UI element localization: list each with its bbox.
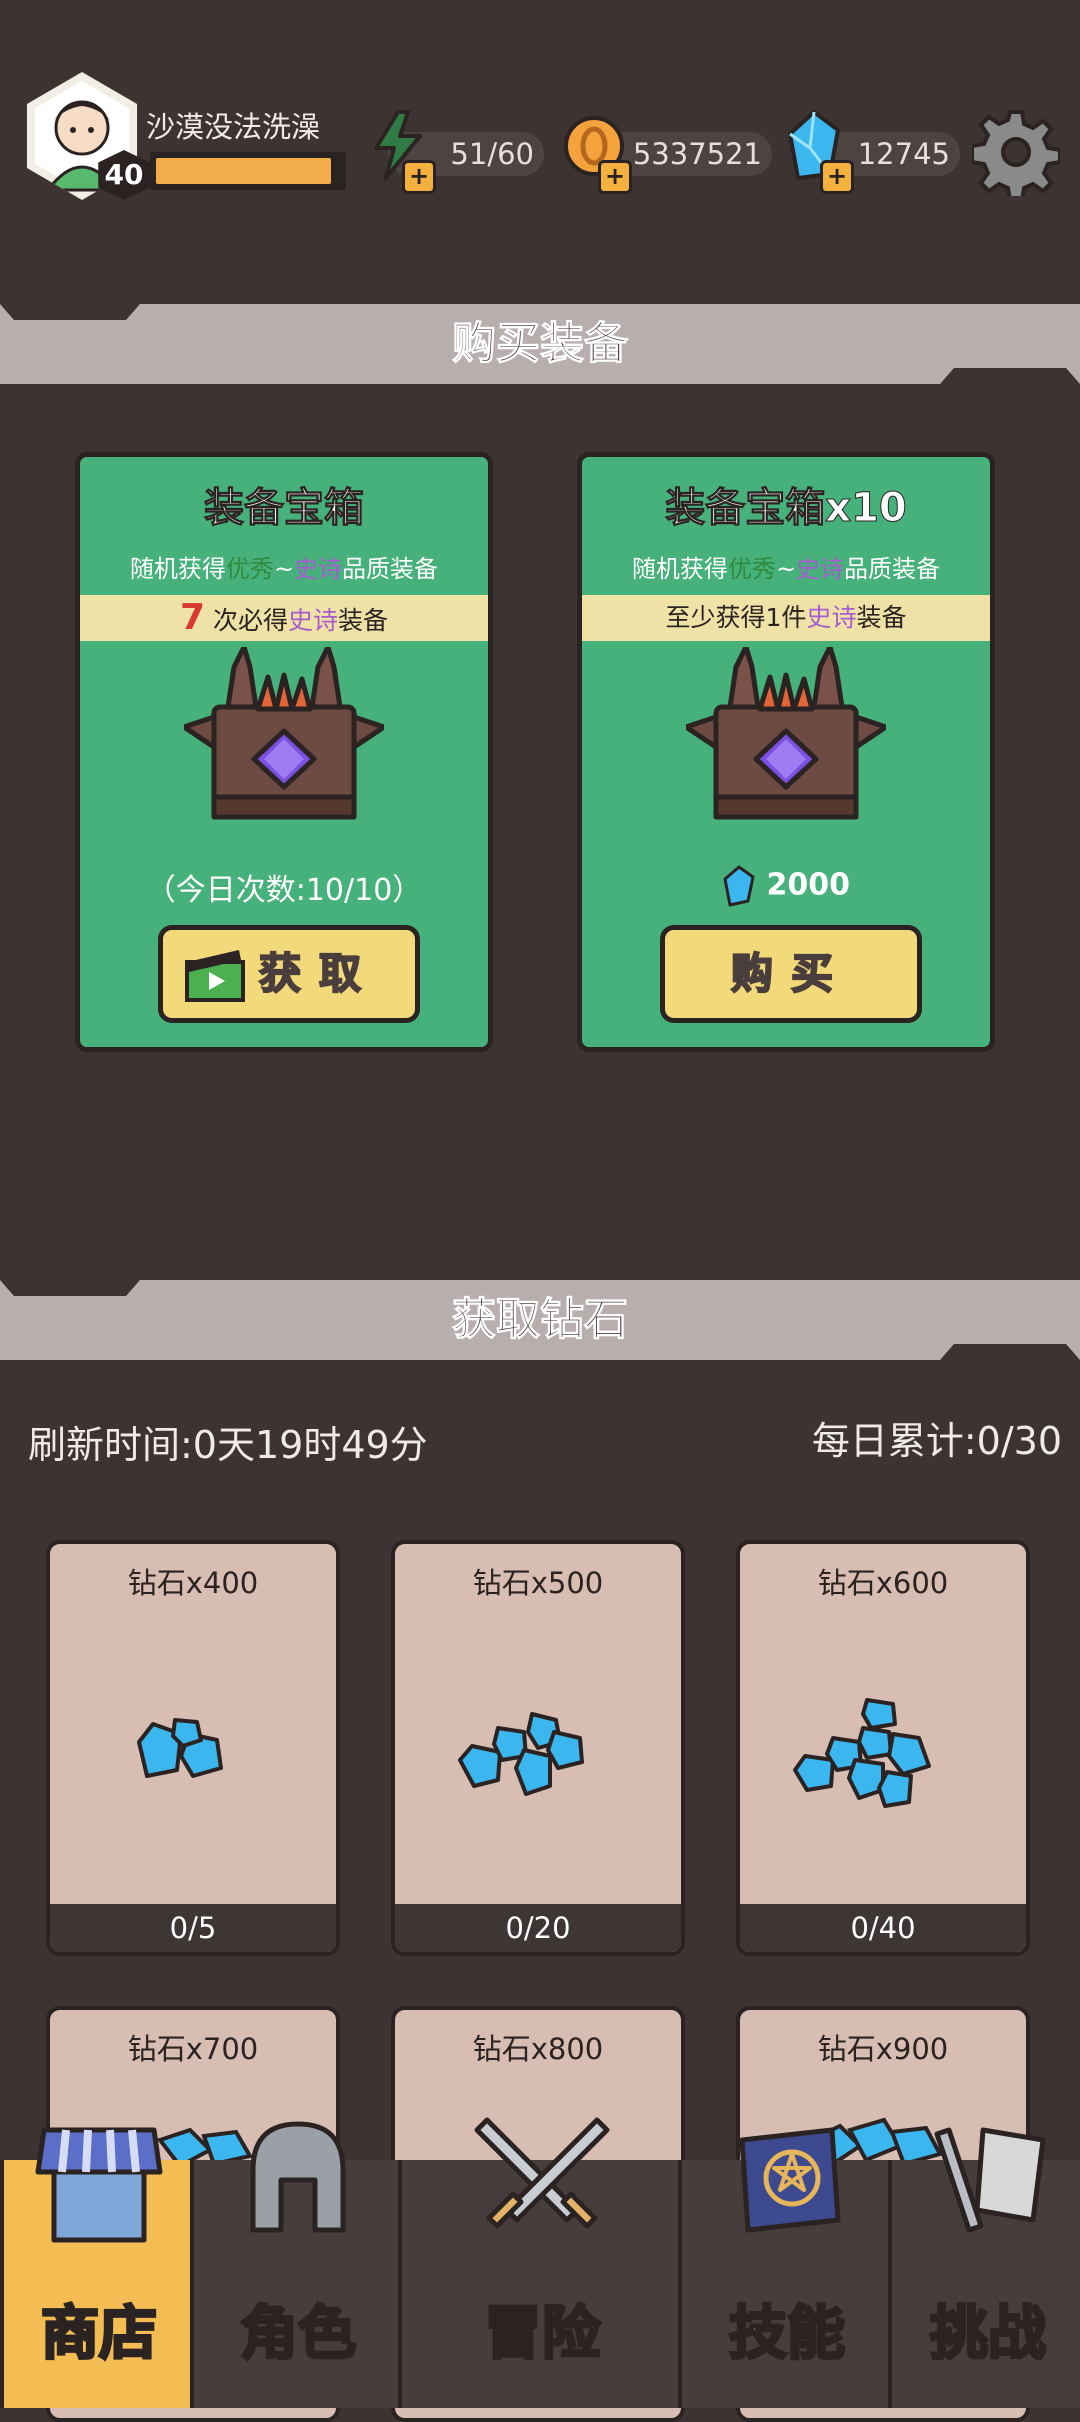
pack-title: 钻石x500 xyxy=(472,1566,604,1600)
gem-pile-icon xyxy=(137,1718,223,1778)
diamond-pack-card[interactable]: 钻石x400 0/5 xyxy=(46,1540,340,1956)
nav-tab-character[interactable]: 角色 xyxy=(190,2121,402,2408)
settings-gear-icon[interactable] xyxy=(972,108,1060,196)
pity-counter-strip: 7 次必得史诗装备 xyxy=(80,595,488,641)
gem-value: 12745 xyxy=(857,137,950,171)
guarantee-strip: 至少获得1件史诗装备 xyxy=(582,595,990,641)
nav-label: 挑战 xyxy=(928,2298,1047,2369)
shop-icon xyxy=(35,2127,163,2243)
equipment-section-banner: 购买装备 xyxy=(0,304,1080,384)
gem-add-button[interactable]: + xyxy=(820,160,854,194)
diamond-section-banner: 获取钻石 xyxy=(0,1280,1080,1360)
diamond-section-title: 获取钻石 xyxy=(452,1294,629,1346)
nav-tab-challenge[interactable]: 挑战 xyxy=(888,2127,1080,2408)
gem-pile-icon xyxy=(458,1712,584,1796)
coin-value: 5337521 xyxy=(632,137,762,171)
diamond-pack-card[interactable]: 钻石x600 0/40 xyxy=(736,1540,1030,1956)
card-title: 装备宝箱x10 xyxy=(665,485,907,532)
pack-purchase-count: 0/20 xyxy=(395,1904,681,1952)
refresh-timer: 刷新时间:0天19时49分 xyxy=(28,1423,428,1467)
helmet-icon xyxy=(250,2121,346,2233)
stamina-value: 51/60 xyxy=(450,137,534,171)
equipment-section-title: 购买装备 xyxy=(452,318,629,370)
bottom-navigation: 商店 角色 冒险 技能 挑战 xyxy=(0,2117,1080,2408)
pack-purchase-count: 0/40 xyxy=(740,1904,1026,1952)
daily-attempts-text: （今日次数:10/10） xyxy=(145,873,423,908)
pack-purchase-count: 0/5 xyxy=(50,1904,336,1952)
sword-flag-icon xyxy=(934,2127,1046,2233)
pack-title: 钻石x600 xyxy=(817,1566,949,1600)
spellbook-icon xyxy=(739,2127,841,2233)
coin-add-button[interactable]: + xyxy=(598,160,632,194)
pack-title: 钻石x700 xyxy=(127,2032,259,2066)
card-description: 随机获得优秀~史诗品质装备 xyxy=(129,555,439,583)
nav-label: 商店 xyxy=(39,2298,158,2369)
card-title: 装备宝箱 xyxy=(204,485,365,532)
crossed-swords-icon xyxy=(474,2117,610,2229)
pack-title: 钻石x400 xyxy=(127,1566,259,1600)
card-description: 随机获得优秀~史诗品质装备 xyxy=(631,555,941,583)
get-chest-button[interactable]: 获取 xyxy=(158,925,420,1023)
xp-bar xyxy=(150,152,346,190)
nav-label: 冒险 xyxy=(482,2298,601,2369)
nav-tab-adventure[interactable]: 冒险 xyxy=(398,2117,682,2408)
video-ad-icon xyxy=(185,950,245,1002)
price-row: 2000 xyxy=(582,865,990,907)
stamina-add-button[interactable]: + xyxy=(402,160,436,194)
nav-label: 技能 xyxy=(727,2298,846,2369)
daily-total: 每日累计:0/30 xyxy=(811,1419,1062,1463)
nav-tab-skills[interactable]: 技能 xyxy=(678,2127,892,2408)
pack-title: 钻石x800 xyxy=(472,2032,604,2066)
pack-title: 钻石x900 xyxy=(817,2032,949,2066)
nav-tab-shop[interactable]: 商店 xyxy=(0,2127,194,2408)
treasure-chest-icon xyxy=(686,647,886,820)
gem-pile-icon xyxy=(793,1698,931,1808)
treasure-chest-icon xyxy=(184,647,384,820)
diamond-pack-card[interactable]: 钻石x500 0/20 xyxy=(391,1540,685,1956)
nav-label: 角色 xyxy=(238,2298,357,2369)
price-value: 2000 xyxy=(766,867,850,903)
equipment-chest-x10-card: 装备宝箱x10 随机获得优秀~史诗品质装备 至少获得1件史诗装备 2000 购买 xyxy=(577,452,995,1052)
xp-bar-fill xyxy=(156,158,331,184)
player-name: 沙漠没法洗澡 xyxy=(146,110,321,144)
equipment-chest-card: 装备宝箱 随机获得优秀~史诗品质装备 7 次必得史诗装备 （今日次数:10/10… xyxy=(75,452,493,1052)
gem-icon xyxy=(723,865,755,907)
buy-chest-button[interactable]: 购买 xyxy=(660,925,922,1023)
